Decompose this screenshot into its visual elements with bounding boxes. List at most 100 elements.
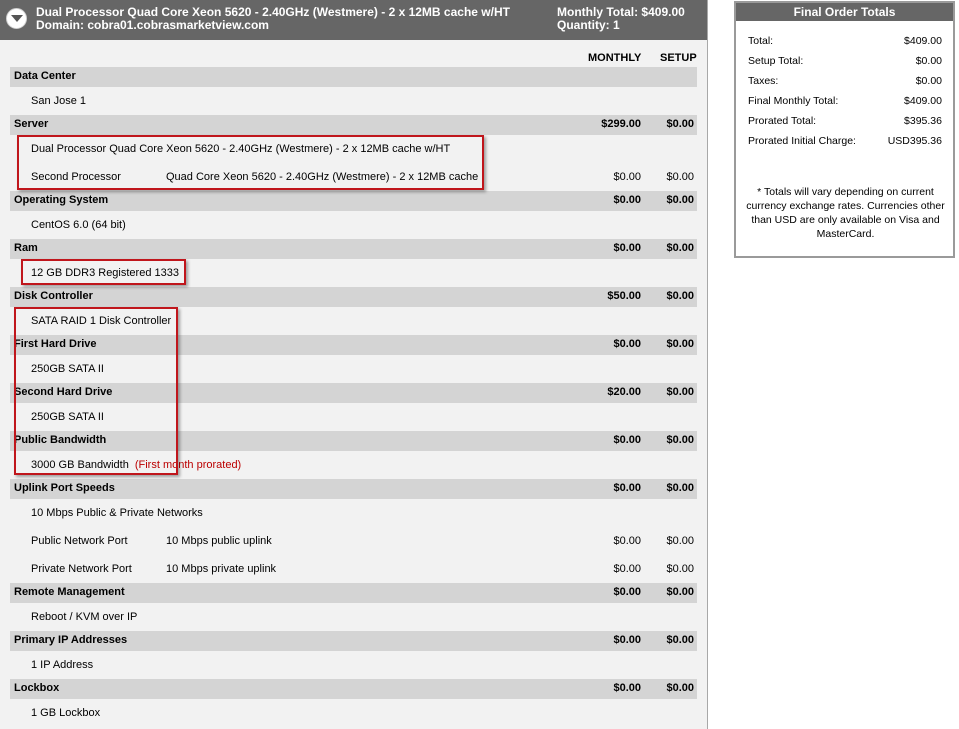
- domain-label: Domain: cobra01.cobrasmarketview.com: [36, 18, 269, 32]
- prorate-note: (First month prorated): [134, 459, 242, 471]
- line-item-name: Public Network Port: [31, 535, 128, 547]
- totals-row: Prorated Total: $395.36: [748, 115, 942, 129]
- totals-value: $409.00: [904, 95, 942, 107]
- monthly-column-header: MONTHLY: [588, 52, 642, 64]
- totals-row: Setup Total: $0.00: [748, 55, 942, 69]
- section-title: Data Center: [14, 70, 76, 82]
- totals-row: Prorated Initial Charge: USD395.36: [748, 135, 942, 149]
- line-item-name: 1 GB Lockbox: [31, 707, 101, 719]
- line-item-name: SATA RAID 1 Disk Controller: [31, 315, 172, 327]
- line-item-setup-price: $0.00: [666, 535, 694, 547]
- section-header-row: Second Hard Drive $20.00 $0.00: [10, 383, 697, 403]
- totals-value: $0.00: [915, 75, 942, 87]
- section-header-row: Primary IP Addresses $0.00 $0.00: [10, 631, 697, 651]
- section-header-row: Disk Controller $50.00 $0.00: [10, 287, 697, 307]
- collapse-chevron-icon[interactable]: [6, 8, 27, 29]
- section-setup-price: $0.00: [666, 682, 694, 694]
- line-item-row: 1 GB Lockbox: [10, 703, 697, 723]
- section-setup-price: $0.00: [666, 338, 694, 350]
- line-item-name: 250GB SATA II: [31, 411, 104, 423]
- monthly-total-label: Monthly Total: $409.00: [557, 5, 685, 19]
- section-header-row: Lockbox $0.00 $0.00: [10, 679, 697, 699]
- section-header-row: Server $299.00 $0.00: [10, 115, 697, 135]
- line-item-detail: 10 Mbps public uplink: [166, 535, 272, 547]
- section-setup-price: $0.00: [666, 586, 694, 598]
- line-item-setup-price: $0.00: [666, 563, 694, 575]
- totals-value: $409.00: [904, 35, 942, 47]
- totals-value: USD395.36: [887, 135, 942, 147]
- line-item-name: CentOS 6.0 (64 bit): [31, 219, 126, 231]
- line-item-monthly-price: $0.00: [613, 535, 641, 547]
- line-item-name: 1 IP Address: [31, 659, 94, 671]
- quantity-label: Quantity: 1: [557, 18, 620, 32]
- line-item-row: Public Network Port 10 Mbps public uplink…: [10, 531, 697, 551]
- final-order-totals-panel: Final Order Totals Total: $409.00 Setup To…: [734, 1, 955, 258]
- section-header-row: Data Center: [10, 67, 697, 87]
- line-item-row: CentOS 6.0 (64 bit): [10, 215, 697, 235]
- section-setup-price: $0.00: [666, 434, 694, 446]
- line-item-row: 10 Mbps Public & Private Networks: [10, 503, 697, 523]
- section-title: Ram: [14, 242, 38, 254]
- order-summary-panel: Dual Processor Quad Core Xeon 5620 - 2.4…: [0, 0, 708, 729]
- line-item-row: 3000 GB Bandwidth (First month prorated): [10, 455, 697, 475]
- section-monthly-price: $0.00: [613, 194, 641, 206]
- line-item-row: 250GB SATA II: [10, 359, 697, 379]
- totals-value: $395.36: [904, 115, 942, 127]
- section-monthly-price: $50.00: [607, 290, 641, 302]
- section-title: Public Bandwidth: [14, 434, 107, 446]
- line-item-setup-price: $0.00: [666, 171, 694, 183]
- section-monthly-price: $20.00: [607, 386, 641, 398]
- section-header-row: Public Bandwidth $0.00 $0.00: [10, 431, 697, 451]
- section-title: Lockbox: [14, 682, 60, 694]
- line-item-name: 250GB SATA II: [31, 363, 104, 375]
- section-title: Primary IP Addresses: [14, 634, 128, 646]
- section-setup-price: $0.00: [666, 194, 694, 206]
- line-item-name: Private Network Port: [31, 563, 132, 575]
- section-header-row: First Hard Drive $0.00 $0.00: [10, 335, 697, 355]
- totals-label: Setup Total:: [748, 55, 804, 67]
- section-monthly-price: $0.00: [613, 682, 641, 694]
- line-item-detail: 10 Mbps private uplink: [166, 563, 277, 575]
- section-setup-price: $0.00: [666, 386, 694, 398]
- section-setup-price: $0.00: [666, 242, 694, 254]
- section-setup-price: $0.00: [666, 482, 694, 494]
- section-title: Remote Management: [14, 586, 125, 598]
- line-item-row: 250GB SATA II: [10, 407, 697, 427]
- section-title: Uplink Port Speeds: [14, 482, 115, 494]
- totals-label: Final Monthly Total:: [748, 95, 839, 107]
- section-title: Server: [14, 118, 49, 130]
- section-header-row: Operating System $0.00 $0.00: [10, 191, 697, 211]
- totals-row: Taxes: $0.00: [748, 75, 942, 89]
- line-item-monthly-price: $0.00: [613, 171, 641, 183]
- line-item-row: Reboot / KVM over IP: [10, 607, 697, 627]
- setup-column-header: SETUP: [660, 52, 697, 64]
- line-item-row: Private Network Port 10 Mbps private upli…: [10, 559, 697, 579]
- section-header-row: Uplink Port Speeds $0.00 $0.00: [10, 479, 697, 499]
- line-item-row: 1 IP Address: [10, 655, 697, 675]
- section-header-row: Remote Management $0.00 $0.00: [10, 583, 697, 603]
- section-title: First Hard Drive: [14, 338, 97, 350]
- line-item-row: Dual Processor Quad Core Xeon 5620 - 2.4…: [10, 139, 697, 159]
- server-title: Dual Processor Quad Core Xeon 5620 - 2.4…: [36, 5, 510, 19]
- totals-label: Prorated Initial Charge:: [748, 135, 856, 147]
- line-item-row: Second Processor Quad Core Xeon 5620 - 2.…: [10, 167, 697, 187]
- line-item-row: 12 GB DDR3 Registered 1333: [10, 263, 697, 283]
- section-monthly-price: $0.00: [613, 434, 641, 446]
- totals-label: Total:: [748, 35, 774, 47]
- section-setup-price: $0.00: [666, 634, 694, 646]
- section-header-row: Ram $0.00 $0.00: [10, 239, 697, 259]
- section-monthly-price: $299.00: [601, 118, 641, 130]
- totals-label: Taxes:: [748, 75, 779, 87]
- totals-row: Total: $409.00: [748, 35, 942, 49]
- line-item-detail: Quad Core Xeon 5620 - 2.40GHz (Westmere)…: [166, 171, 479, 183]
- order-header: Dual Processor Quad Core Xeon 5620 - 2.4…: [0, 0, 707, 40]
- line-item-name: Dual Processor Quad Core Xeon 5620 - 2.4…: [31, 143, 451, 155]
- totals-value: $0.00: [915, 55, 942, 67]
- section-setup-price: $0.00: [666, 290, 694, 302]
- section-monthly-price: $0.00: [613, 634, 641, 646]
- line-item-name: Second Processor: [31, 171, 121, 183]
- line-item-monthly-price: $0.00: [613, 563, 641, 575]
- section-setup-price: $0.00: [666, 118, 694, 130]
- line-item-name: 12 GB DDR3 Registered 1333: [31, 267, 179, 279]
- section-monthly-price: $0.00: [613, 242, 641, 254]
